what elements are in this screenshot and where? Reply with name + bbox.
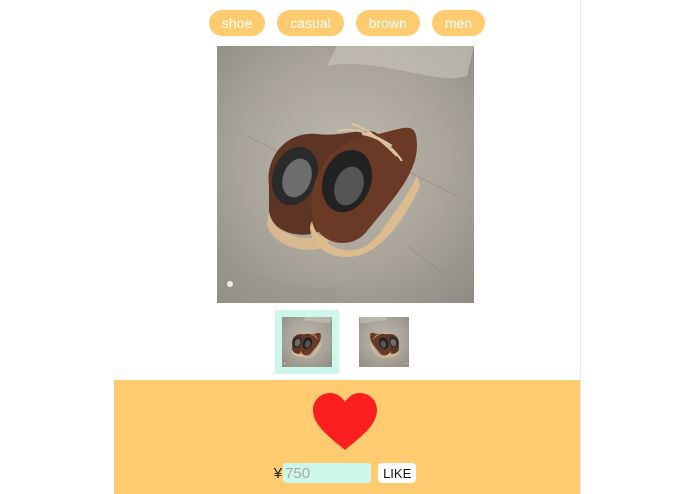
thumbnail-2[interactable] — [352, 310, 416, 374]
shoes-thumbnail-icon — [282, 317, 332, 367]
tag-men[interactable]: men — [431, 10, 486, 36]
page: shoe casual brown men ¥ 750 LIKE — [114, 0, 581, 494]
price-input[interactable] — [283, 463, 372, 483]
price-row: ¥ LIKE — [114, 463, 580, 483]
tag-casual[interactable]: casual — [277, 10, 344, 36]
heart-icon — [313, 393, 377, 450]
currency-symbol: ¥ — [273, 464, 283, 482]
thumbnail-strip — [114, 310, 580, 374]
like-button[interactable]: LIKE — [378, 463, 417, 483]
tag-brown[interactable]: brown — [355, 10, 420, 36]
tag-list: shoe casual brown men — [114, 10, 580, 36]
thumbnail-1[interactable] — [275, 310, 339, 374]
heart-button[interactable] — [311, 392, 379, 452]
main-product-photo — [217, 46, 474, 303]
shoes-thumbnail-icon — [359, 317, 409, 367]
action-panel: ¥ LIKE — [114, 380, 580, 494]
brown-leather-shoes-photo — [217, 46, 474, 303]
tag-shoe[interactable]: shoe — [208, 10, 266, 36]
